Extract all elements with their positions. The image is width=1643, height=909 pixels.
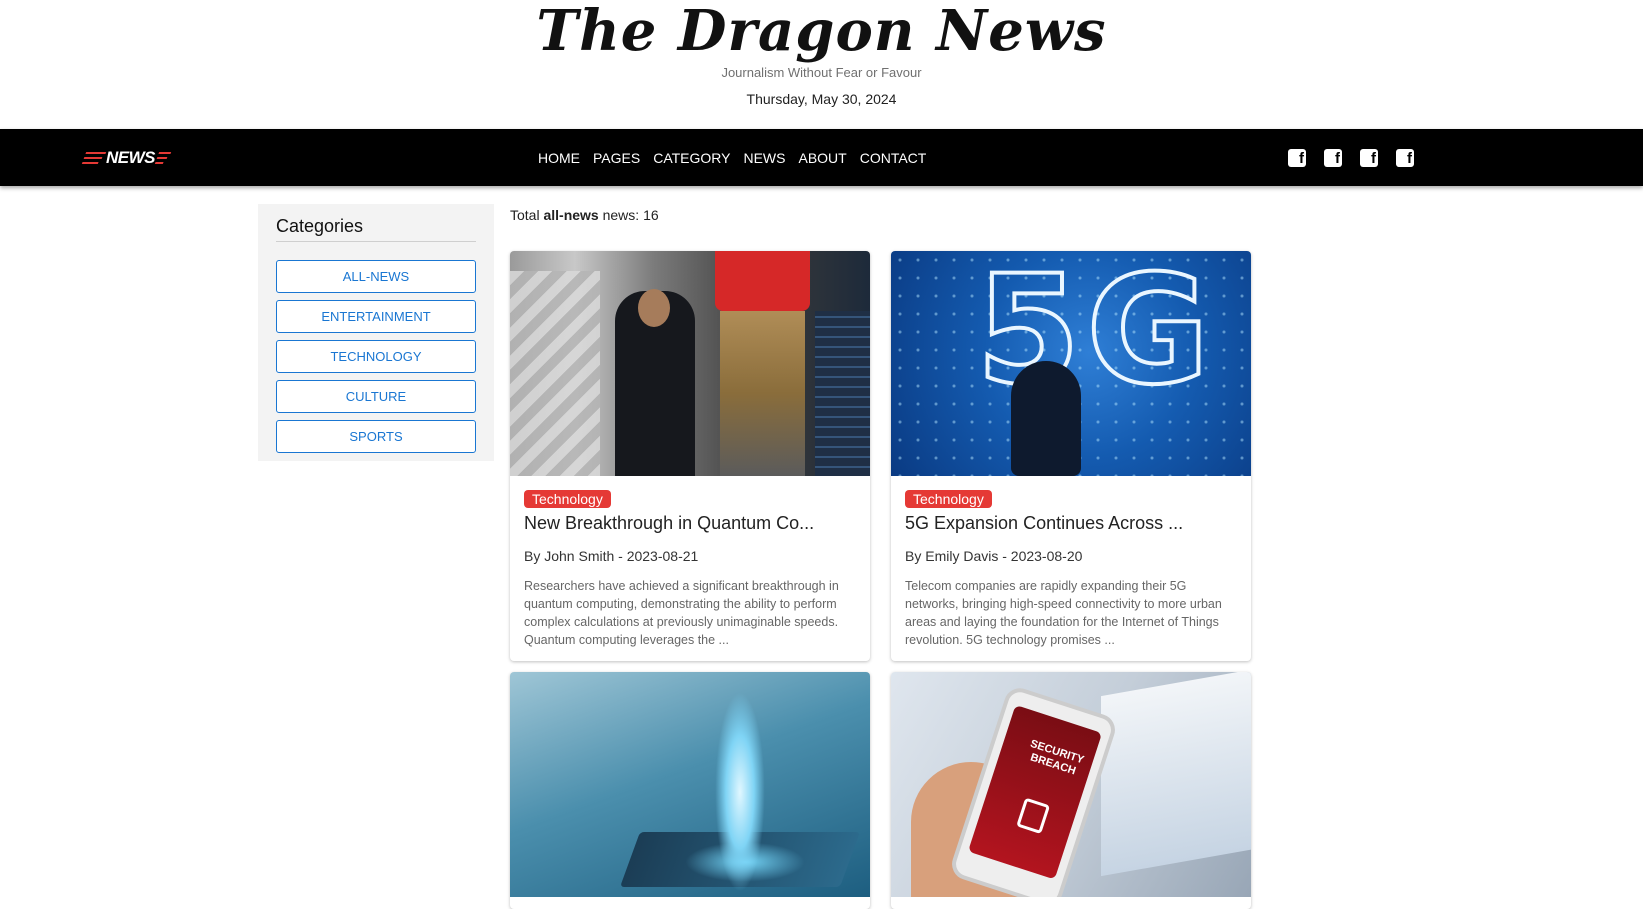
card-headline[interactable]: 5G Expansion Continues Across ...: [905, 513, 1237, 534]
social-links: f f f f: [1288, 149, 1414, 167]
category-technology-button[interactable]: TECHNOLOGY: [276, 340, 476, 373]
facebook-icon[interactable]: f: [1396, 149, 1414, 167]
site-title: The Dragon News: [536, 0, 1107, 64]
card-image-security[interactable]: SECURITY BREACH: [891, 672, 1251, 897]
card-byline: By Emily Davis - 2023-08-20: [905, 548, 1083, 564]
card-image-medical[interactable]: [510, 672, 870, 897]
logo-text: NEWS: [106, 148, 156, 167]
category-sports-button[interactable]: SPORTS: [276, 420, 476, 453]
category-entertainment-button[interactable]: ENTERTAINMENT: [276, 300, 476, 333]
nav-news[interactable]: NEWS: [743, 150, 785, 166]
site-tagline: Journalism Without Fear or Favour: [721, 65, 922, 80]
nav-links: HOME PAGES CATEGORY NEWS ABOUT CONTACT: [538, 129, 939, 186]
category-badge[interactable]: Technology: [905, 490, 992, 508]
nav-pages[interactable]: PAGES: [593, 150, 640, 166]
categories-heading: Categories: [276, 216, 476, 242]
masthead: The Dragon News Journalism Without Fear …: [0, 0, 1643, 129]
category-badge[interactable]: Technology: [524, 490, 611, 508]
news-card[interactable]: [510, 672, 870, 909]
news-card[interactable]: SECURITY BREACH: [891, 672, 1251, 909]
current-date: Thursday, May 30, 2024: [746, 91, 897, 107]
lock-icon: [1016, 797, 1051, 835]
nav-category[interactable]: CATEGORY: [653, 150, 730, 166]
news-total: Total all-news news: 16: [510, 207, 659, 223]
card-body: Technology 5G Expansion Continues Across…: [891, 476, 1251, 661]
facebook-icon[interactable]: f: [1288, 149, 1306, 167]
nav-contact[interactable]: CONTACT: [860, 150, 927, 166]
card-headline[interactable]: New Breakthrough in Quantum Co...: [524, 513, 856, 534]
card-byline: By John Smith - 2023-08-21: [524, 548, 699, 564]
card-image-5g[interactable]: 5G: [891, 251, 1251, 476]
categories-sidebar: Categories ALL-NEWS ENTERTAINMENT TECHNO…: [258, 204, 494, 461]
facebook-icon[interactable]: f: [1360, 149, 1378, 167]
category-all-news-button[interactable]: ALL-NEWS: [276, 260, 476, 293]
logo-stripes-left: [81, 152, 107, 164]
news-card[interactable]: Technology New Breakthrough in Quantum C…: [510, 251, 870, 661]
nav-home[interactable]: HOME: [538, 150, 580, 166]
total-count: news: 16: [602, 207, 659, 223]
category-culture-button[interactable]: CULTURE: [276, 380, 476, 413]
card-image-quantum[interactable]: [510, 251, 870, 476]
logo-stripes-right: [154, 152, 172, 164]
card-excerpt: Telecom companies are rapidly expanding …: [905, 579, 1222, 647]
card-excerpt: Researchers have achieved a significant …: [524, 579, 839, 647]
security-breach-text: SECURITY BREACH: [1028, 737, 1086, 778]
card-body: Technology New Breakthrough in Quantum C…: [510, 476, 870, 661]
total-category: all-news: [543, 207, 599, 223]
total-prefix: Total: [510, 207, 540, 223]
nav-about[interactable]: ABOUT: [798, 150, 846, 166]
news-logo[interactable]: NEWS: [81, 147, 172, 169]
news-card[interactable]: 5G Technology 5G Expansion Continues Acr…: [891, 251, 1251, 661]
main-navbar: NEWS HOME PAGES CATEGORY NEWS ABOUT CONT…: [0, 129, 1643, 186]
facebook-icon[interactable]: f: [1324, 149, 1342, 167]
